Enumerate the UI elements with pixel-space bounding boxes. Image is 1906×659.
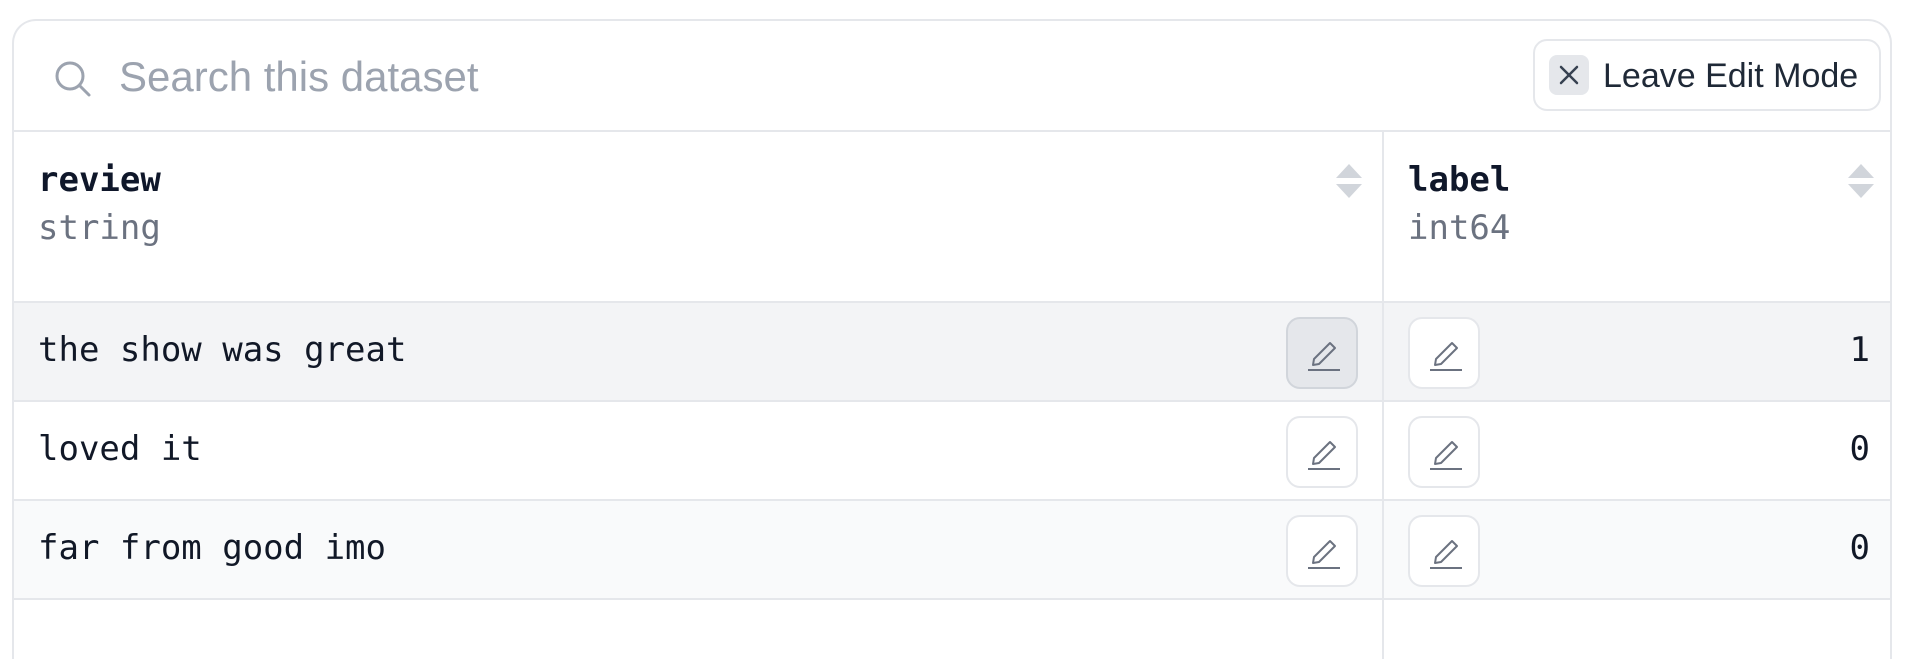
sort-icon[interactable] xyxy=(1846,162,1876,200)
label-cell: 0 xyxy=(1849,528,1870,568)
pencil-icon xyxy=(1430,441,1462,470)
pencil-icon xyxy=(1308,342,1340,371)
pencil-icon xyxy=(1430,342,1462,371)
review-cell: the show was great xyxy=(38,330,407,370)
table-row: far from good imo 0 xyxy=(14,501,1890,600)
label-cell: 1 xyxy=(1849,330,1870,370)
pencil-icon xyxy=(1308,441,1340,470)
review-cell: loved it xyxy=(38,429,202,469)
search-bar: Leave Edit Mode xyxy=(14,21,1890,132)
edit-label-button[interactable] xyxy=(1408,416,1480,488)
edit-review-button[interactable] xyxy=(1286,416,1358,488)
close-icon xyxy=(1549,55,1589,95)
dataset-viewer: Leave Edit Mode review string label int6… xyxy=(12,19,1892,659)
table-row: loved it 0 xyxy=(14,402,1890,501)
edit-review-button[interactable] xyxy=(1286,515,1358,587)
edit-label-button[interactable] xyxy=(1408,317,1480,389)
column-header-label: label int64 xyxy=(1384,132,1890,301)
column-type: int64 xyxy=(1408,208,1511,248)
table-header: review string label int64 xyxy=(14,132,1890,303)
edit-label-button[interactable] xyxy=(1408,515,1480,587)
edit-review-button[interactable] xyxy=(1286,317,1358,389)
table-row: the show was great 1 xyxy=(14,303,1890,402)
column-type: string xyxy=(38,208,161,248)
column-header-review: review string xyxy=(14,132,1382,301)
pencil-icon xyxy=(1430,540,1462,569)
column-name: label xyxy=(1408,160,1511,200)
search-input[interactable] xyxy=(119,41,1119,113)
pencil-icon xyxy=(1308,540,1340,569)
leave-edit-mode-label: Leave Edit Mode xyxy=(1603,57,1859,95)
sort-icon[interactable] xyxy=(1334,162,1364,200)
column-name: review xyxy=(38,160,161,200)
leave-edit-mode-button[interactable]: Leave Edit Mode xyxy=(1533,39,1881,111)
review-cell: far from good imo xyxy=(38,528,386,568)
column-divider[interactable] xyxy=(1382,132,1384,659)
label-cell: 0 xyxy=(1849,429,1870,469)
search-icon xyxy=(51,57,95,101)
